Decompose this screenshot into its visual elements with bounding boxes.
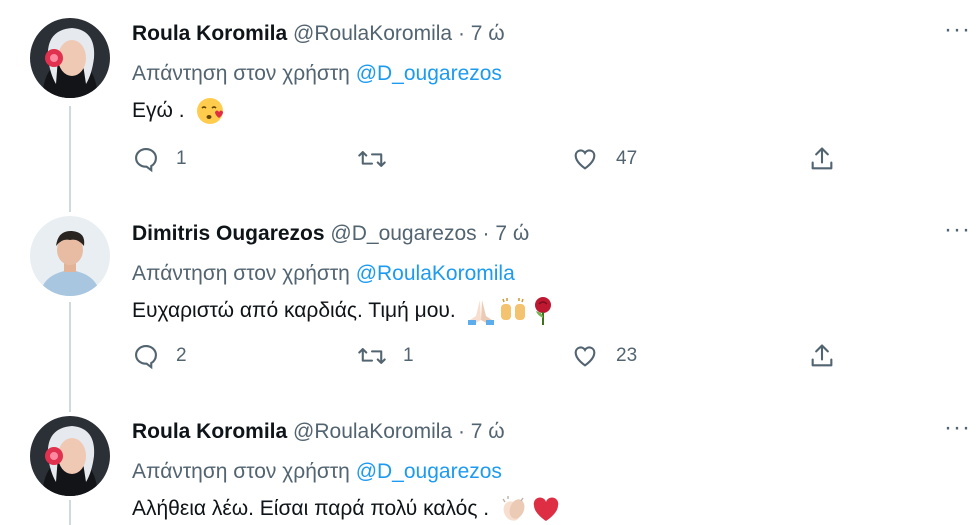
folded-hands-emoji (467, 300, 494, 325)
reply-prefix: Απάντηση στον χρήστη (132, 262, 350, 285)
like-button[interactable]: 47 (570, 145, 637, 173)
reply-icon (135, 148, 157, 173)
like-count: 23 (616, 345, 638, 366)
reply-context: Απάντηση στον χρήστη @D_ougarezos (132, 460, 502, 484)
more-options-icon[interactable]: ··· (944, 416, 971, 440)
tweet-text-content: Ευχαριστώ από καρδιάς. Τιμή μου. (132, 299, 456, 322)
tweet-text-content: Εγώ . (132, 99, 185, 122)
separator-dot: · (457, 420, 465, 443)
more-options-icon[interactable]: ··· (944, 218, 971, 242)
separator-dot: · (482, 222, 490, 245)
separator-dot: · (457, 22, 465, 45)
reply-count: 1 (176, 148, 187, 169)
tweet-header: Roula Koromila @RoulaKoromila · 7 ώ (132, 420, 505, 444)
user-handle[interactable]: @D_ougarezos (330, 222, 476, 245)
reply-prefix: Απάντηση στον χρήστη (132, 62, 350, 85)
reply-button[interactable]: 1 (132, 145, 187, 173)
reply-mention-link[interactable]: @D_ougarezos (356, 460, 502, 483)
tweet[interactable]: Roula Koromila @RoulaKoromila · 7 ώ ··· … (0, 0, 980, 200)
timestamp[interactable]: 7 ώ (495, 222, 529, 245)
share-icon (811, 344, 833, 367)
reply-mention-link[interactable]: @RoulaKoromila (356, 262, 515, 285)
display-name[interactable]: Dimitris Ougarezos (132, 222, 325, 245)
raised-hands-emoji (500, 298, 525, 320)
reply-context: Απάντηση στον χρήστη @D_ougarezos (132, 62, 502, 86)
reply-prefix: Απάντηση στον χρήστη (132, 460, 350, 483)
heart-icon (574, 149, 596, 170)
tweet[interactable]: Dimitris Ougarezos @D_ougarezos · 7 ώ ··… (0, 200, 980, 400)
retweet-icon (358, 348, 386, 364)
avatar-image-roula (30, 416, 110, 496)
avatar[interactable] (30, 18, 110, 98)
share-button[interactable] (808, 145, 836, 173)
tweet-text: Εγώ . (132, 96, 225, 126)
avatar-image-dimitris (30, 216, 110, 296)
clapping-hands-emoji (502, 496, 525, 521)
like-button[interactable]: 23 (570, 342, 637, 370)
share-button[interactable] (808, 342, 836, 370)
timestamp[interactable]: 7 ώ (471, 22, 505, 45)
display-name[interactable]: Roula Koromila (132, 420, 287, 443)
reply-context: Απάντηση στον χρήστη @RoulaKoromila (132, 262, 515, 286)
tweet-text: Αλήθεια λέω. Είσαι παρά πολύ καλός . (132, 494, 561, 524)
more-options-icon[interactable]: ··· (944, 18, 971, 42)
tweet-actions: 2 1 23 (0, 342, 980, 378)
heart-icon (574, 346, 596, 367)
user-handle[interactable]: @RoulaKoromila (293, 22, 452, 45)
timestamp[interactable]: 7 ώ (471, 420, 505, 443)
user-handle[interactable]: @RoulaKoromila (293, 420, 452, 443)
reply-button[interactable]: 2 (132, 342, 187, 370)
tweet-text: Ευχαριστώ από καρδιάς. Τιμή μου. (132, 296, 556, 326)
rose-emoji (534, 297, 551, 325)
reply-count: 2 (176, 345, 187, 366)
retweet-count: 1 (403, 345, 414, 366)
reply-mention-link[interactable]: @D_ougarezos (356, 62, 502, 85)
retweet-button[interactable] (357, 145, 403, 173)
tweet-text-content: Αλήθεια λέω. Είσαι παρά πολύ καλός . (132, 497, 490, 520)
red-heart-emoji (533, 497, 559, 521)
tweet[interactable]: Roula Koromila @RoulaKoromila · 7 ώ ··· … (0, 398, 980, 525)
avatar[interactable] (30, 416, 110, 496)
tweet-actions: 1 47 (0, 145, 980, 181)
reply-icon (135, 345, 157, 370)
retweet-icon (358, 151, 386, 167)
kissing-face-emoji (196, 98, 223, 124)
share-icon (811, 147, 833, 170)
display-name[interactable]: Roula Koromila (132, 22, 287, 45)
tweet-header: Dimitris Ougarezos @D_ougarezos · 7 ώ (132, 222, 529, 246)
avatar[interactable] (30, 216, 110, 296)
avatar-image-roula (30, 18, 110, 98)
like-count: 47 (616, 148, 638, 169)
retweet-button[interactable]: 1 (357, 342, 414, 370)
tweet-header: Roula Koromila @RoulaKoromila · 7 ώ (132, 22, 505, 46)
